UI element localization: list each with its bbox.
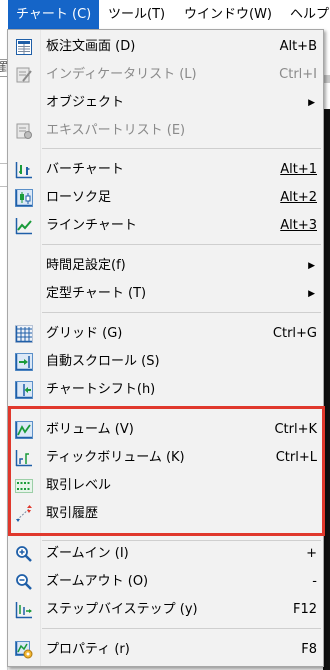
menubar-window[interactable]: ウインドウ(W) [176, 0, 280, 29]
menu-item-label: バーチャート [46, 162, 124, 177]
menubar-chart[interactable]: チャート (C) [8, 0, 100, 29]
menu-item-label: プロパティ (r) [46, 642, 130, 657]
menu-item-auto-scroll[interactable]: 自動スクロール (S) [8, 348, 323, 376]
indicator-list-icon [15, 66, 33, 84]
background-row-fragment [0, 163, 7, 187]
auto-scroll-icon [15, 353, 33, 371]
menu-item-order-board[interactable]: 板注文画面 (D) Alt+B [8, 33, 323, 61]
menu-separator [42, 148, 321, 149]
menu-item-line-chart[interactable]: ラインチャート Alt+3 [8, 212, 323, 240]
menu-item-objects[interactable]: オブジェクト ▶ [8, 89, 323, 117]
highlight-annotation-box [8, 406, 325, 536]
step-by-step-icon [15, 601, 33, 619]
menu-item-shortcut: Alt+2 [280, 190, 317, 205]
menu-item-label: 板注文画面 (D) [46, 39, 136, 54]
menu-item-shortcut: + [306, 546, 317, 561]
menu-item-label: ラインチャート [46, 218, 137, 233]
menu-item-label: ローソク足 [46, 190, 112, 205]
menu-item-label: ズームアウト (O) [46, 574, 149, 589]
menubar-tools[interactable]: ツール(T) [100, 0, 173, 29]
menu-separator [42, 628, 321, 629]
menu-item-label: ステップバイステップ (y) [46, 602, 198, 617]
menu-item-label: 定型チャート (T) [46, 286, 147, 301]
background-chart-edge [323, 75, 330, 83]
menu-item-shortcut: F12 [292, 602, 317, 617]
menu-item-label: 自動スクロール (S) [46, 354, 160, 369]
expert-list-icon [15, 122, 33, 140]
bar-chart-icon [15, 161, 33, 179]
menu-item-chart-shift[interactable]: チャートシフト(h) [8, 376, 323, 404]
menu-item-properties[interactable]: プロパティ (r) F8 [8, 636, 323, 664]
menu-item-shortcut: Alt+B [279, 39, 317, 54]
line-chart-icon [15, 217, 33, 235]
menu-item-label: オブジェクト [46, 95, 125, 110]
menubar-help[interactable]: ヘルプ [282, 0, 330, 29]
properties-icon [15, 641, 33, 659]
submenu-arrow-icon: ▶ [308, 261, 315, 271]
candlestick-icon [15, 189, 33, 207]
menu-item-grid[interactable]: グリッド (G) Ctrl+G [8, 320, 323, 348]
menu-item-shortcut: Alt+3 [280, 218, 317, 233]
menu-item-zoom-out[interactable]: ズームアウト (O) - [8, 568, 323, 596]
menu-item-templates[interactable]: 定型チャート (T) ▶ [8, 280, 323, 308]
menu-item-label: チャートシフト(h) [46, 382, 156, 397]
menu-item-shortcut: F8 [301, 642, 317, 657]
menu-separator [42, 312, 321, 313]
menu-bar: チャート (C) ツール(T) ウインドウ(W) ヘルプ [0, 0, 330, 30]
menu-item-expert-list[interactable]: エキスパートリスト (E) [8, 117, 323, 145]
zoom-in-icon [15, 545, 33, 563]
menu-item-label: ズームイン (I) [46, 546, 129, 561]
background-chart-dark [323, 109, 330, 670]
order-board-icon [15, 38, 33, 56]
menu-item-shortcut: Alt+1 [280, 162, 317, 177]
submenu-arrow-icon: ▶ [308, 98, 315, 108]
submenu-arrow-icon: ▶ [308, 289, 315, 299]
menu-item-shortcut: Ctrl+I [279, 67, 317, 82]
menu-item-candlestick[interactable]: ローソク足 Alt+2 [8, 184, 323, 212]
chart-dropdown-menu: 板注文画面 (D) Alt+B インディケータリスト (L) Ctrl+I オブ… [7, 29, 325, 667]
menu-item-timeframes[interactable]: 時間足設定(f) ▶ [8, 252, 323, 280]
menu-item-label: 時間足設定(f) [46, 258, 126, 273]
menu-item-bar-chart[interactable]: バーチャート Alt+1 [8, 156, 323, 184]
menu-item-label: インディケータリスト (L) [46, 67, 197, 82]
chart-shift-icon [15, 381, 33, 399]
background-chart-area [323, 29, 330, 670]
menu-item-indicator-list[interactable]: インディケータリスト (L) Ctrl+I [8, 61, 323, 89]
menu-item-shortcut: - [312, 574, 317, 589]
zoom-out-icon [15, 573, 33, 591]
menu-item-shortcut: Ctrl+G [272, 326, 317, 341]
menu-item-step-by-step[interactable]: ステップバイステップ (y) F12 [8, 596, 323, 624]
menu-item-label: グリッド (G) [46, 326, 123, 341]
menu-item-label: エキスパートリスト (E) [46, 123, 186, 138]
grid-icon [15, 325, 33, 343]
menu-separator [42, 244, 321, 245]
menu-item-zoom-in[interactable]: ズームイン (I) + [8, 540, 323, 568]
